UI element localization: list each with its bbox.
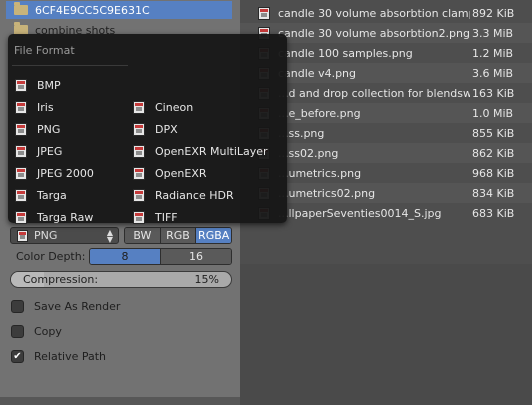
checkmark-icon: ✔	[11, 350, 24, 363]
file-name: ...llpaperSeventies0014_S.jpg	[278, 206, 442, 220]
relative-path-label: Relative Path	[34, 350, 107, 363]
menu-item-iris[interactable]: Iris	[15, 98, 54, 116]
menu-item-label: Targa	[37, 188, 67, 202]
menu-item-label: Cineon	[155, 100, 194, 114]
file-format-value: PNG	[34, 229, 58, 242]
compression-value: 15%	[194, 273, 219, 286]
file-size: 834 KiB	[472, 186, 515, 200]
color-depth-16-button[interactable]: 16	[161, 249, 231, 264]
compression-label: Compression:	[23, 273, 99, 286]
color-depth-label: Color Depth:	[16, 250, 86, 263]
menu-item-label: Radiance HDR	[155, 188, 234, 202]
checkbox-unchecked-icon	[11, 325, 24, 338]
color-mode-toggle: BW RGB RGBA	[124, 227, 232, 244]
file-size: 892 KiB	[472, 6, 515, 20]
image-file-icon	[133, 122, 145, 136]
menu-item-dpx[interactable]: DPX	[133, 120, 178, 138]
file-size: 683 KiB	[472, 206, 515, 220]
file-name: candle 100 samples.png	[278, 46, 413, 60]
color-mode-rgb-button[interactable]: RGB	[160, 228, 197, 243]
color-depth-8-button[interactable]: 8	[90, 249, 161, 264]
file-name: ...umetrics.png	[278, 166, 362, 180]
menu-item-label: TIFF	[155, 210, 178, 224]
directory-label: 6CF4E9CC5C9E631C	[35, 3, 150, 17]
image-file-icon	[133, 188, 145, 202]
menu-item-label: DPX	[155, 122, 178, 136]
menu-item-label: OpenEXR	[155, 166, 207, 180]
menu-item-cineon[interactable]: Cineon	[133, 98, 193, 116]
image-file-icon	[133, 166, 145, 180]
file-list-empty-area	[240, 264, 532, 405]
menu-item-targa[interactable]: Targa	[15, 186, 67, 204]
file-size: 968 KiB	[472, 166, 515, 180]
menu-title: File Format	[14, 44, 75, 57]
file-size: 3.6 MiB	[472, 66, 514, 80]
copy-label: Copy	[34, 325, 62, 338]
menu-item-tiff[interactable]: TIFF	[133, 208, 178, 226]
up-down-arrows-icon: ▲ ▼	[106, 228, 113, 244]
file-name: candle v4.png	[278, 66, 357, 80]
menu-item-label: JPEG	[37, 144, 63, 158]
image-file-icon	[17, 229, 28, 242]
menu-item-jpeg-2000[interactable]: JPEG 2000	[15, 164, 94, 182]
compression-slider[interactable]: Compression: 15%	[10, 271, 232, 288]
save-as-render-checkbox[interactable]: Save As Render	[11, 300, 120, 313]
checkbox-unchecked-icon	[11, 300, 24, 313]
file-name: ...d and drop collection for blendswap.j…	[278, 86, 470, 100]
image-file-icon	[15, 188, 27, 202]
file-size: 1.2 MiB	[472, 46, 514, 60]
menu-item-label: OpenEXR MultiLayer	[155, 144, 268, 158]
color-mode-rgba-button[interactable]: RGBA	[196, 228, 231, 243]
file-name: ...e_before.png	[278, 106, 361, 120]
image-file-icon	[258, 6, 270, 20]
menu-item-openexr-multilayer[interactable]: OpenEXR MultiLayer	[133, 142, 268, 160]
menu-item-bmp[interactable]: BMP	[15, 76, 61, 94]
file-size: 1.0 MiB	[472, 106, 514, 120]
file-name: ...ss.png	[278, 126, 325, 140]
menu-item-label: Iris	[37, 100, 54, 114]
menu-item-jpeg[interactable]: JPEG	[15, 142, 62, 160]
image-file-icon	[133, 144, 145, 158]
file-row[interactable]: candle 30 volume absorbtion clamp.png 89…	[240, 3, 532, 23]
image-file-icon	[15, 210, 27, 224]
file-size: 855 KiB	[472, 126, 515, 140]
copy-checkbox[interactable]: Copy	[11, 325, 62, 338]
menu-item-targa-raw[interactable]: Targa Raw	[15, 208, 93, 226]
image-file-icon	[15, 100, 27, 114]
image-file-icon	[15, 122, 27, 136]
menu-divider	[12, 65, 128, 66]
file-name: candle 30 volume absorbtion2.png	[278, 26, 470, 40]
menu-item-radiance-hdr[interactable]: Radiance HDR	[133, 186, 234, 204]
file-format-menu: File Format BMP Iris PNG JPEG JPEG 2000 …	[8, 34, 287, 226]
menu-item-png[interactable]: PNG	[15, 120, 60, 138]
directory-item[interactable]: 6CF4E9CC5C9E631C	[6, 1, 232, 19]
file-format-select[interactable]: PNG ▲ ▼	[10, 227, 119, 244]
file-name: ...ss02.png	[278, 146, 339, 160]
image-file-icon	[15, 166, 27, 180]
image-file-icon	[15, 144, 27, 158]
menu-item-openexr[interactable]: OpenEXR	[133, 164, 207, 182]
file-name: candle 30 volume absorbtion clamp.png	[278, 6, 470, 20]
image-file-icon	[15, 78, 27, 92]
panel-footer	[0, 397, 240, 405]
menu-item-label: PNG	[37, 122, 61, 136]
menu-item-label: Targa Raw	[37, 210, 94, 224]
file-size: 3.3 MiB	[472, 26, 514, 40]
color-depth-toggle: 8 16	[89, 248, 232, 265]
menu-item-label: BMP	[37, 78, 61, 92]
file-name: ...umetrics02.png	[278, 186, 376, 200]
file-size: 163 KiB	[472, 86, 515, 100]
save-as-render-label: Save As Render	[34, 300, 121, 313]
relative-path-checkbox[interactable]: ✔ Relative Path	[11, 350, 106, 363]
menu-item-label: JPEG 2000	[37, 166, 94, 180]
file-size: 862 KiB	[472, 146, 515, 160]
folder-icon	[14, 2, 28, 15]
image-file-icon	[133, 100, 145, 114]
image-file-icon	[133, 210, 145, 224]
color-mode-bw-button[interactable]: BW	[125, 228, 161, 243]
